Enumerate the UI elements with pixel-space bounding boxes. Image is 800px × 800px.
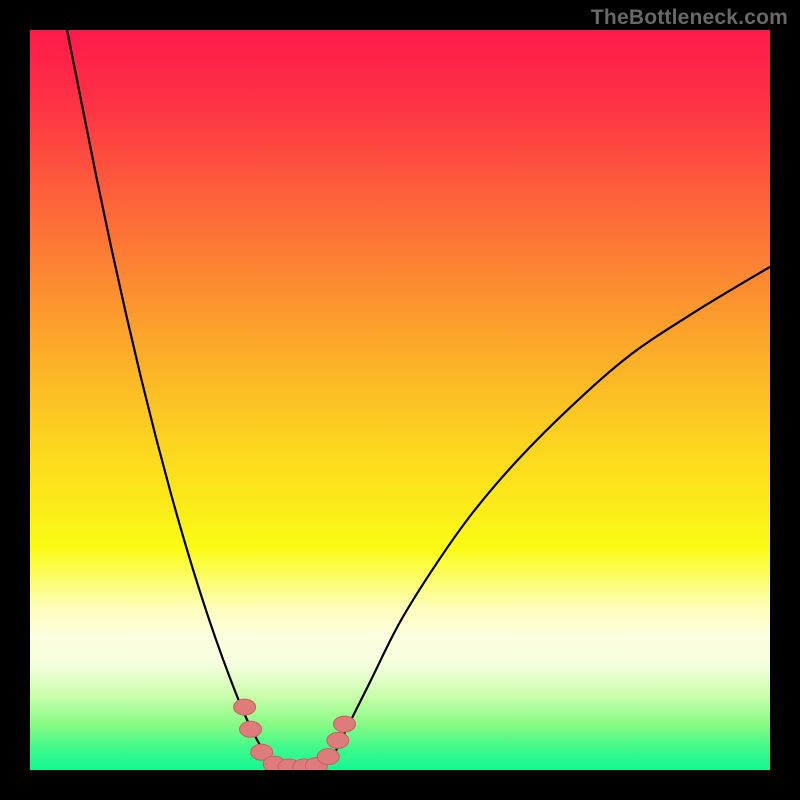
data-marker xyxy=(327,732,349,748)
chart-frame: TheBottleneck.com xyxy=(0,0,800,800)
data-marker xyxy=(317,749,339,765)
watermark: TheBottleneck.com xyxy=(591,6,788,30)
chart-svg xyxy=(30,30,770,770)
plot-area xyxy=(30,30,770,770)
data-marker xyxy=(240,721,262,737)
data-marker xyxy=(234,699,256,715)
data-marker xyxy=(334,716,356,732)
gradient-background xyxy=(30,30,770,770)
